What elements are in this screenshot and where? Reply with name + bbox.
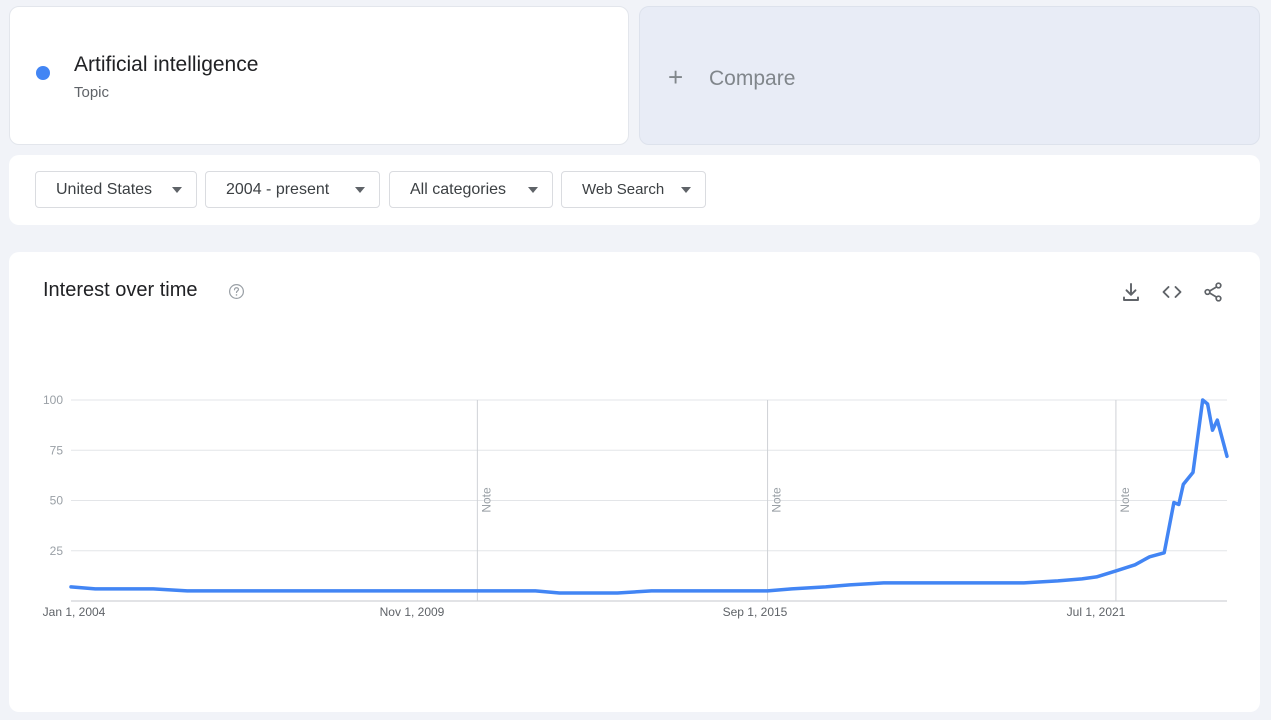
- caret-down-icon: [172, 187, 182, 193]
- share-icon[interactable]: [1201, 280, 1225, 304]
- y-tick-label: 25: [50, 544, 64, 558]
- search-term-type: Topic: [74, 84, 110, 101]
- compare-label: Compare: [709, 67, 796, 90]
- series-line: [69, 398, 1229, 595]
- series-color-dot: [36, 66, 50, 80]
- note-label: Note: [479, 487, 493, 513]
- chart-title: Interest over time: [43, 279, 198, 301]
- x-tick-label: Jan 1, 2004: [43, 605, 106, 619]
- plus-icon: +: [668, 62, 684, 92]
- y-tick-label: 50: [50, 494, 64, 508]
- region-dropdown[interactable]: United States: [35, 171, 197, 208]
- y-tick-label: 100: [43, 393, 63, 407]
- region-dropdown-value: United States: [56, 181, 153, 198]
- search-term-title[interactable]: Artificial intelligence: [74, 53, 258, 77]
- embed-code-icon[interactable]: [1160, 280, 1184, 304]
- caret-down-icon: [681, 187, 691, 193]
- y-tick-label: 75: [50, 443, 64, 457]
- interest-over-time-card: 25 50 75 100 Note Note Note Jan 1, 2004 Nov 1, 2…: [9, 252, 1260, 712]
- x-tick-label: Sep 1, 2015: [723, 605, 788, 619]
- search-property-dropdown[interactable]: Web Search: [561, 171, 706, 208]
- filter-bar: United States 2004 - present All categor…: [9, 155, 1260, 225]
- download-icon[interactable]: [1119, 280, 1143, 304]
- caret-down-icon: [355, 187, 365, 193]
- time-range-dropdown-value: 2004 - present: [226, 181, 330, 198]
- interest-over-time-chart: 25 50 75 100 Note Note Note Jan 1, 2004 Nov 1, 2…: [43, 393, 1229, 619]
- x-tick-label: Nov 1, 2009: [380, 605, 445, 619]
- note-label: Note: [770, 487, 784, 513]
- time-range-dropdown[interactable]: 2004 - present: [205, 171, 380, 208]
- search-property-dropdown-value: Web Search: [582, 181, 665, 198]
- search-term-card[interactable]: Artificial intelligence Topic: [9, 6, 629, 145]
- category-dropdown[interactable]: All categories: [389, 171, 553, 208]
- x-tick-label: Jul 1, 2021: [1067, 605, 1126, 619]
- compare-button[interactable]: + Compare: [639, 6, 1260, 145]
- caret-down-icon: [528, 187, 538, 193]
- note-label: Note: [1118, 487, 1132, 513]
- help-circle-icon[interactable]: [228, 283, 245, 300]
- category-dropdown-value: All categories: [410, 181, 507, 198]
